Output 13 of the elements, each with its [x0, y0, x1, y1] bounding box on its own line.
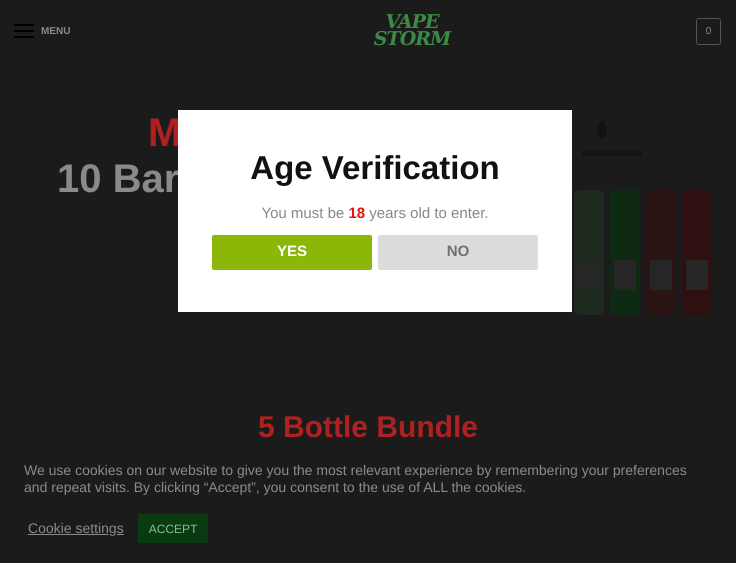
menu-label[interactable]: MENU	[41, 24, 70, 38]
cart-button[interactable]: 0	[696, 18, 721, 44]
dialog-title: Age Verification	[250, 148, 500, 188]
menu-icon[interactable]	[14, 24, 34, 38]
hero-subheading: 10 Bar	[57, 156, 180, 202]
dialog-message: You must be 18 years old to enter.	[261, 204, 489, 224]
no-button[interactable]: NO	[378, 234, 538, 270]
hero-heading: M	[148, 110, 182, 156]
accept-button[interactable]: ACCEPT	[138, 514, 208, 543]
logo[interactable]: VAPE STORM	[374, 14, 456, 48]
section-title: 5 Bottle Bundle	[258, 412, 478, 444]
cookie-settings-link[interactable]: Cookie settings	[28, 518, 124, 539]
cookie-notice: We use cookies on our website to give you the most relevant experience by remembering your preferences and repeat visits. By clicking “Accept”, you consent to the use of ALL the cookies.	[24, 462, 688, 496]
